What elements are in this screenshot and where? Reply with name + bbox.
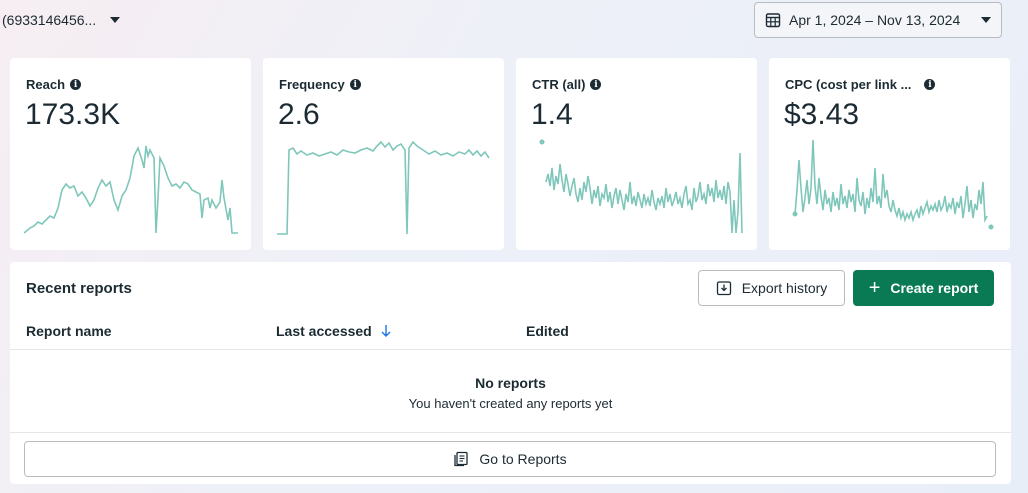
info-icon[interactable]: i [590,79,602,90]
reports-icon [454,451,469,467]
create-report-label: Create report [890,280,979,296]
download-icon [716,281,731,296]
column-label: Edited [526,323,569,339]
cpc-card[interactable]: CPC (cost per link ... i $3.43 [769,58,1010,250]
info-icon[interactable]: i [349,79,361,90]
panel-title: Recent reports [26,280,132,297]
date-range-picker[interactable]: Apr 1, 2024 – Nov 13, 2024 [754,2,1002,38]
metric-title-label: Reach [26,77,66,92]
metric-title-label: Frequency [279,77,345,92]
create-report-button[interactable]: + Create report [853,270,994,306]
metric-title: CPC (cost per link ... i [785,77,936,92]
header-divider [10,349,1011,350]
metric-title-label: CPC (cost per link ... [785,77,912,92]
metric-value: 1.4 [531,98,573,131]
column-header-last-accessed[interactable]: Last accessed [276,323,392,339]
column-label: Last accessed [276,323,372,339]
empty-state-subtitle: You haven't created any reports yet [408,396,613,411]
chevron-down-icon [981,17,991,23]
account-id: (6933146456... [2,12,97,28]
account-selector[interactable]: (6933146456... [2,9,121,31]
sort-down-arrow-icon [381,325,391,337]
info-icon[interactable]: i [70,79,82,90]
recent-reports-panel: Recent reports Export history + Create r… [10,262,1011,484]
export-history-button[interactable]: Export history [698,270,845,306]
frequency-sparkline [277,140,490,235]
reach-card[interactable]: Reach i 173.3K [10,58,251,250]
metric-cards: Reach i 173.3K Frequency i 2.6 CTR (all)… [10,58,1011,250]
column-label: Report name [26,323,112,339]
export-history-label: Export history [741,280,828,296]
date-range-label: Apr 1, 2024 – Nov 13, 2024 [789,12,961,28]
go-to-reports-button[interactable]: Go to Reports [24,441,996,477]
ctr-sparkline [539,139,743,234]
metric-value: $3.43 [784,98,860,131]
metric-title: CTR (all) i [532,77,602,92]
metric-value: 2.6 [278,98,320,131]
cpc-sparkline [792,139,994,230]
empty-state-title: No reports [475,375,546,391]
calendar-icon [765,13,781,28]
info-icon[interactable]: i [924,79,936,90]
go-to-reports-label: Go to Reports [479,451,567,467]
column-header-edited[interactable]: Edited [526,323,569,339]
metric-value: 173.3K [25,98,121,131]
metric-title-label: CTR (all) [532,77,586,92]
chevron-down-icon [110,17,121,23]
top-bar: (6933146456... Apr 1, 2024 – Nov 13, 202… [0,0,1028,48]
footer-divider [10,432,1011,433]
column-header-report-name[interactable]: Report name [26,323,112,339]
ctr-card[interactable]: CTR (all) i 1.4 [516,58,757,250]
metric-title: Frequency i [279,77,361,92]
metric-title: Reach i [26,77,82,92]
frequency-card[interactable]: Frequency i 2.6 [263,58,504,250]
plus-icon: + [868,277,881,299]
reach-sparkline [24,145,238,234]
